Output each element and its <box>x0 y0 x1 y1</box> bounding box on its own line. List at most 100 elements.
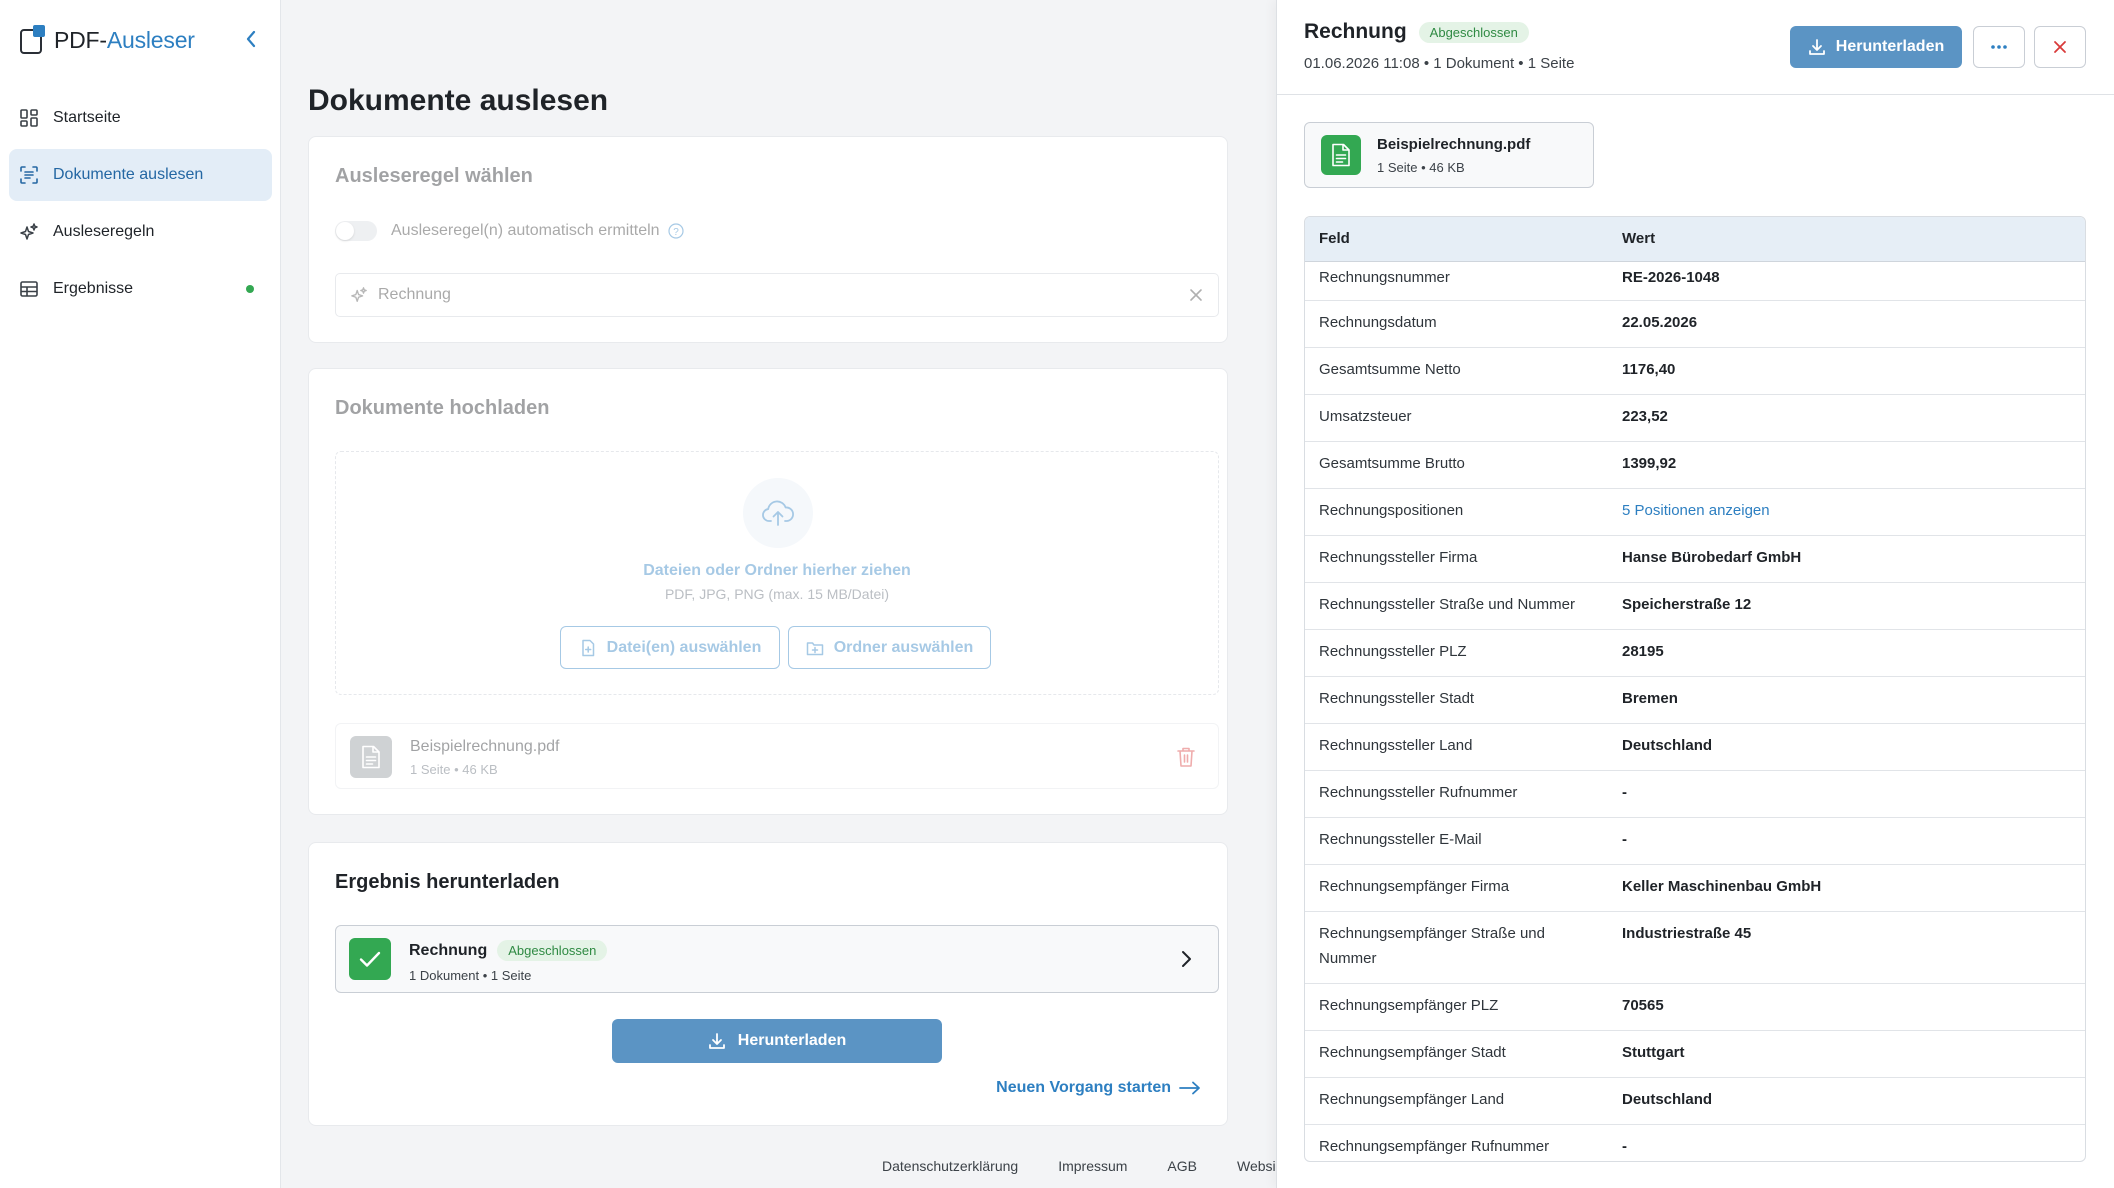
close-panel-button[interactable] <box>2034 26 2086 68</box>
table-header-row: Feld Wert <box>1305 217 2085 262</box>
field-name: Rechnungsempfänger Firma <box>1305 864 1608 912</box>
field-value: 1399,92 <box>1608 441 2085 489</box>
field-name: Rechnungssteller Straße und Nummer <box>1305 582 1608 630</box>
select-folder-button[interactable]: Ordner auswählen <box>788 626 991 669</box>
rule-selection-card: Ausleseregel wählen Ausleseregel(n) auto… <box>308 136 1228 343</box>
sidebar-item-dokumente-auslesen[interactable]: Dokumente auslesen <box>9 149 272 201</box>
select-files-button[interactable]: Datei(en) auswählen <box>560 626 780 669</box>
table-row: Umsatzsteuer 223,52 <box>1305 394 2085 442</box>
download-icon <box>1808 38 1826 56</box>
dashboard-icon <box>19 108 39 128</box>
table-row: Rechnungsempfänger Land Deutschland <box>1305 1077 2085 1125</box>
field-name: Rechnungsempfänger Straße und Nummer <box>1305 911 1608 984</box>
chevron-right-icon <box>1178 950 1194 968</box>
table-row: Rechnungssteller Stadt Bremen <box>1305 676 2085 724</box>
sparkles-icon <box>19 222 39 242</box>
sidebar-item-label: Startseite <box>53 109 121 126</box>
table-row: Rechnungssteller Firma Hanse Bürobedarf G… <box>1305 535 2085 583</box>
sidebar-nav: Startseite Dokumente auslesen Auslesereg… <box>9 92 272 320</box>
field-value: Bremen <box>1608 676 2085 724</box>
footer-links: Datenschutzerklärung Impressum AGB Websi <box>882 1158 1316 1174</box>
table-row: Rechnungssteller Straße und Nummer Speich… <box>1305 582 2085 630</box>
footer-link-terms[interactable]: AGB <box>1167 1158 1197 1174</box>
table-row: Rechnungspositionen 5 Positionen anzeigen <box>1305 488 2085 536</box>
field-value: 223,52 <box>1608 394 2085 442</box>
field-value: 70565 <box>1608 983 2085 1031</box>
document-card[interactable]: Beispielrechnung.pdf 1 Seite • 46 KB <box>1304 122 1594 188</box>
rule-select-field[interactable]: Rechnung <box>335 273 1219 317</box>
svg-text:?: ? <box>673 227 679 238</box>
collapse-sidebar-button[interactable] <box>240 28 262 50</box>
check-icon <box>349 938 391 980</box>
field-name: Rechnungsdatum <box>1305 300 1608 348</box>
field-value: Stuttgart <box>1608 1030 2085 1078</box>
document-meta: 1 Seite • 46 KB <box>1377 160 1465 175</box>
field-value: RE-2026-1048 <box>1608 261 2085 301</box>
download-button[interactable]: Herunterladen <box>612 1019 942 1063</box>
table-row: Gesamtsumme Netto 1176,40 <box>1305 347 2085 395</box>
table-row: Rechnungsempfänger Firma Keller Maschinen… <box>1305 864 2085 912</box>
dropzone[interactable]: Dateien oder Ordner hierher ziehen PDF, … <box>335 451 1219 695</box>
result-detail-panel: Rechnung Abgeschlossen 01.06.2026 11:08 … <box>1276 0 2114 1188</box>
cloud-upload-icon <box>743 478 813 548</box>
table-row: Rechnungsempfänger Stadt Stuttgart <box>1305 1030 2085 1078</box>
page-title: Dokumente auslesen <box>308 84 609 117</box>
field-name: Rechnungssteller Stadt <box>1305 676 1608 724</box>
footer-link-privacy[interactable]: Datenschutzerklärung <box>882 1158 1018 1174</box>
table-row: Rechnungsempfänger Rufnummer - <box>1305 1124 2085 1161</box>
select-files-label: Datei(en) auswählen <box>606 638 762 656</box>
field-value: Keller Maschinenbau GmbH <box>1608 864 2085 912</box>
new-process-link[interactable]: Neuen Vorgang starten <box>996 1079 1201 1097</box>
column-header-field: Feld <box>1305 217 1608 262</box>
field-value: 22.05.2026 <box>1608 300 2085 348</box>
uploaded-file-name: Beispielrechnung.pdf <box>410 738 560 755</box>
field-name: Gesamtsumme Brutto <box>1305 441 1608 489</box>
selected-rule-value: Rechnung <box>378 286 451 303</box>
delete-file-icon[interactable] <box>1176 746 1196 768</box>
close-icon <box>2054 41 2066 53</box>
new-results-indicator <box>246 285 254 293</box>
field-name: Rechnungssteller PLZ <box>1305 629 1608 677</box>
sidebar-item-ergebnisse[interactable]: Ergebnisse <box>9 263 272 315</box>
field-name: Rechnungssteller Land <box>1305 723 1608 771</box>
sidebar-item-ausleseregeln[interactable]: Ausleseregeln <box>9 206 272 258</box>
auto-detect-row: Ausleseregel(n) automatisch ermitteln ? <box>335 221 684 241</box>
table-row: Rechnungssteller Rufnummer - <box>1305 770 2085 818</box>
sidebar-item-startseite[interactable]: Startseite <box>9 92 272 144</box>
field-value: 28195 <box>1608 629 2085 677</box>
field-name: Rechnungsempfänger PLZ <box>1305 983 1608 1031</box>
table-row: Rechnungsempfänger Straße und Nummer Indu… <box>1305 911 2085 984</box>
folder-plus-icon <box>806 639 824 657</box>
field-name: Rechnungsnummer <box>1305 261 1608 301</box>
result-title: Rechnung Abgeschlossen <box>409 940 608 961</box>
rule-section-title: Ausleseregel wählen <box>335 165 533 187</box>
file-icon <box>350 736 392 778</box>
result-meta: 1 Dokument • 1 Seite <box>409 968 532 983</box>
sidebar: PDF-Ausleser Startseite Dokumente ausles… <box>0 0 281 1188</box>
auto-detect-toggle[interactable] <box>335 221 377 241</box>
file-icon <box>1321 135 1361 175</box>
show-positions-link[interactable]: 5 Positionen anzeigen <box>1608 488 2085 536</box>
result-row[interactable]: Rechnung Abgeschlossen 1 Dokument • 1 Se… <box>335 925 1219 993</box>
field-value: Hanse Bürobedarf GmbH <box>1608 535 2085 583</box>
footer-link-website[interactable]: Websi <box>1237 1158 1276 1174</box>
uploaded-file-meta: 1 Seite • 46 KB <box>410 762 498 777</box>
panel-download-label: Herunterladen <box>1835 38 1945 55</box>
footer-link-imprint[interactable]: Impressum <box>1058 1158 1127 1174</box>
field-value: Deutschland <box>1608 1077 2085 1125</box>
table-row: Rechnungssteller E-Mail - <box>1305 817 2085 865</box>
result-section-title: Ergebnis herunterladen <box>335 871 560 893</box>
sidebar-item-label: Ausleseregeln <box>53 223 155 240</box>
app-name: PDF-Ausleser <box>54 26 195 53</box>
more-options-button[interactable] <box>1973 26 2025 68</box>
app-logo[interactable]: PDF-Ausleser <box>18 24 195 56</box>
panel-download-button[interactable]: Herunterladen <box>1790 26 1962 68</box>
field-name: Rechnungsempfänger Land <box>1305 1077 1608 1125</box>
help-icon[interactable]: ? <box>667 223 684 239</box>
sidebar-item-label: Dokumente auslesen <box>53 166 204 183</box>
clear-icon[interactable] <box>1188 287 1204 303</box>
status-badge: Abgeschlossen <box>1418 21 1529 43</box>
field-name: Rechnungsempfänger Stadt <box>1305 1030 1608 1078</box>
field-name: Rechnungssteller Firma <box>1305 535 1608 583</box>
field-value: Industriestraße 45 <box>1608 911 2085 984</box>
